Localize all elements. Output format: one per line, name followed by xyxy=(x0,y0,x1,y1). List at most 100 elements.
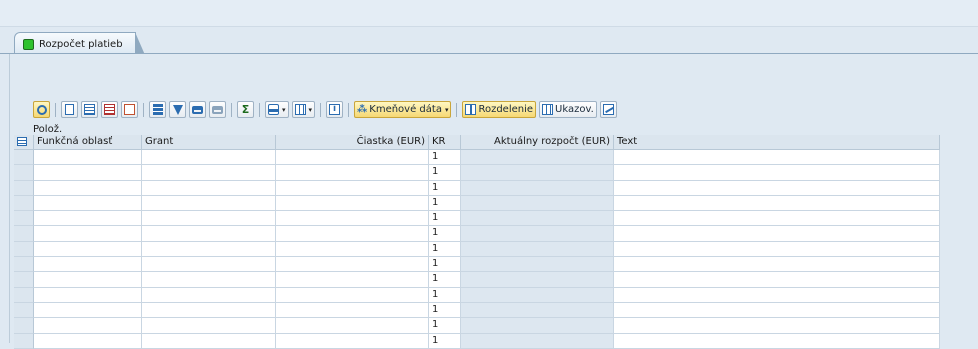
display-button[interactable]: Ukazov. xyxy=(539,101,597,118)
cell-kr[interactable]: 1 xyxy=(429,180,461,196)
cell-functional-area[interactable] xyxy=(34,226,142,242)
cell-kr[interactable]: 1 xyxy=(429,165,461,181)
cell-text[interactable] xyxy=(614,318,940,334)
cell-text[interactable] xyxy=(614,150,940,166)
row-selector[interactable] xyxy=(14,333,34,349)
cell-functional-area[interactable] xyxy=(34,211,142,227)
cell-functional-area[interactable] xyxy=(34,302,142,319)
info-button[interactable]: i xyxy=(326,101,344,118)
cell-amount[interactable] xyxy=(276,180,429,196)
cell-functional-area[interactable] xyxy=(34,241,142,258)
find-next-button[interactable] xyxy=(209,101,226,118)
cell-amount[interactable] xyxy=(276,257,429,273)
cell-text[interactable] xyxy=(614,333,940,349)
cell-amount[interactable] xyxy=(276,287,429,303)
cell-amount[interactable] xyxy=(276,226,429,242)
cell-functional-area[interactable] xyxy=(34,257,142,273)
row-selector[interactable] xyxy=(14,318,34,334)
row-selector[interactable] xyxy=(14,226,34,242)
cell-kr[interactable]: 1 xyxy=(429,302,461,319)
cell-grant[interactable] xyxy=(142,272,276,288)
cell-kr[interactable]: 1 xyxy=(429,287,461,303)
cell-grant[interactable] xyxy=(142,180,276,196)
cell-functional-area[interactable] xyxy=(34,333,142,349)
row-selector[interactable] xyxy=(14,257,34,273)
filter-button[interactable] xyxy=(169,101,186,118)
row-selector[interactable] xyxy=(14,180,34,196)
row-selector[interactable] xyxy=(14,241,34,258)
cell-kr[interactable]: 1 xyxy=(429,211,461,227)
print-button[interactable]: ▾ xyxy=(265,101,289,118)
cell-grant[interactable] xyxy=(142,318,276,334)
cell-kr[interactable]: 1 xyxy=(429,333,461,349)
column-header-amount[interactable]: Čiastka (EUR) xyxy=(276,135,429,149)
cell-text[interactable] xyxy=(614,241,940,258)
column-header-text[interactable]: Text xyxy=(614,135,940,149)
cell-grant[interactable] xyxy=(142,226,276,242)
row-selector[interactable] xyxy=(14,302,34,319)
row-selector[interactable] xyxy=(14,287,34,303)
row-selector[interactable] xyxy=(14,150,34,166)
find-button[interactable] xyxy=(189,101,206,118)
insert-row-button[interactable] xyxy=(81,101,98,118)
column-header-functional-area[interactable]: Funkčná oblasť xyxy=(34,135,142,149)
cell-grant[interactable] xyxy=(142,257,276,273)
cell-grant[interactable] xyxy=(142,165,276,181)
cell-amount[interactable] xyxy=(276,211,429,227)
cell-kr[interactable]: 1 xyxy=(429,272,461,288)
new-row-button[interactable] xyxy=(61,101,78,118)
cell-text[interactable] xyxy=(614,302,940,319)
cell-grant[interactable] xyxy=(142,211,276,227)
cell-functional-area[interactable] xyxy=(34,318,142,334)
details-button[interactable] xyxy=(33,101,50,118)
cell-text[interactable] xyxy=(614,226,940,242)
row-selector[interactable] xyxy=(14,211,34,227)
cell-text[interactable] xyxy=(614,287,940,303)
cell-amount[interactable] xyxy=(276,165,429,181)
column-header-kr[interactable]: KR xyxy=(429,135,461,149)
cell-text[interactable] xyxy=(614,165,940,181)
copy-row-button[interactable] xyxy=(121,101,138,118)
cell-text[interactable] xyxy=(614,211,940,227)
cell-kr[interactable]: 1 xyxy=(429,195,461,212)
select-all-button[interactable] xyxy=(14,135,34,149)
cell-amount[interactable] xyxy=(276,150,429,166)
cell-grant[interactable] xyxy=(142,333,276,349)
master-data-button[interactable]: ⁂ Kmeňové dáta ▾ xyxy=(354,101,452,118)
cell-amount[interactable] xyxy=(276,333,429,349)
cell-functional-area[interactable] xyxy=(34,150,142,166)
cell-text[interactable] xyxy=(614,195,940,212)
split-button[interactable]: Rozdelenie xyxy=(462,101,537,118)
cell-grant[interactable] xyxy=(142,287,276,303)
cell-functional-area[interactable] xyxy=(34,165,142,181)
chart-button[interactable] xyxy=(599,101,617,118)
cell-amount[interactable] xyxy=(276,241,429,258)
layout-button[interactable]: ▾ xyxy=(291,101,316,118)
cell-functional-area[interactable] xyxy=(34,272,142,288)
column-header-grant[interactable]: Grant xyxy=(142,135,276,149)
cell-functional-area[interactable] xyxy=(34,287,142,303)
cell-grant[interactable] xyxy=(142,195,276,212)
cell-text[interactable] xyxy=(614,272,940,288)
tab-payment-budget[interactable]: Rozpočet platieb xyxy=(14,32,145,55)
cell-amount[interactable] xyxy=(276,195,429,212)
cell-text[interactable] xyxy=(614,180,940,196)
cell-amount[interactable] xyxy=(276,318,429,334)
cell-functional-area[interactable] xyxy=(34,195,142,212)
cell-grant[interactable] xyxy=(142,150,276,166)
cell-functional-area[interactable] xyxy=(34,180,142,196)
cell-amount[interactable] xyxy=(276,302,429,319)
cell-kr[interactable]: 1 xyxy=(429,257,461,273)
cell-grant[interactable] xyxy=(142,302,276,319)
cell-kr[interactable]: 1 xyxy=(429,318,461,334)
cell-grant[interactable] xyxy=(142,241,276,258)
delete-row-button[interactable] xyxy=(101,101,118,118)
sum-button[interactable]: Σ xyxy=(237,101,254,118)
cell-kr[interactable]: 1 xyxy=(429,226,461,242)
sort-ascending-button[interactable] xyxy=(149,101,166,118)
cell-kr[interactable]: 1 xyxy=(429,150,461,166)
cell-amount[interactable] xyxy=(276,272,429,288)
row-selector[interactable] xyxy=(14,195,34,212)
row-selector[interactable] xyxy=(14,272,34,288)
row-selector[interactable] xyxy=(14,165,34,181)
